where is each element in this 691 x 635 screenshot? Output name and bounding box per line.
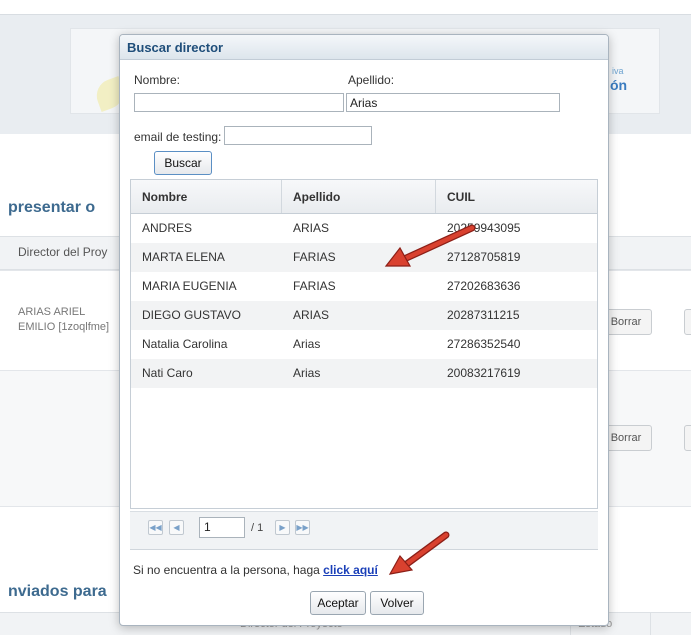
nombre-label: Nombre: (134, 73, 181, 87)
cell-nombre: DIEGO GUSTAVO (142, 308, 241, 322)
footer-divider (650, 612, 651, 635)
table-row[interactable]: ANDRES ARIAS 20259943095 (131, 214, 597, 243)
column-header-nombre[interactable]: Nombre (131, 180, 282, 213)
results-grid: Nombre Apellido CUIL ANDRES ARIAS 202599… (130, 179, 598, 509)
buscar-button[interactable]: Buscar (154, 151, 212, 175)
first-page-icon[interactable]: ◀◀ (148, 520, 163, 535)
column-header-cuil[interactable]: CUIL (436, 180, 597, 213)
table-row[interactable]: DIEGO GUSTAVO ARIAS 20287311215 (131, 301, 597, 330)
cell-nombre: Natalia Carolina (142, 337, 228, 351)
page-total: / 1 (251, 522, 264, 534)
logo-text-large: ón (610, 77, 628, 93)
dialog-title: Buscar director (120, 35, 608, 60)
email-input[interactable] (224, 126, 372, 145)
cell-cuil: 20083217619 (447, 366, 521, 380)
grid-header: Nombre Apellido CUIL (131, 180, 597, 214)
cell-cuil: 20259943095 (447, 221, 521, 235)
top-strip (0, 0, 691, 14)
table-row[interactable]: MARTA ELENA FARIAS 27128705819 (131, 243, 597, 272)
column-header-apellido[interactable]: Apellido (282, 180, 436, 213)
cell-apellido: ARIAS (293, 221, 330, 235)
page-number-input[interactable]: 1 (199, 517, 245, 538)
cell-apellido: Arias (293, 366, 321, 380)
cell-apellido: Arias (293, 337, 321, 351)
background-director-cell: ARIAS ARIEL EMILIO [1zoqlfme] (18, 306, 110, 333)
cell-nombre: MARTA ELENA (142, 250, 225, 264)
section-title-presentar: presentar o (8, 199, 96, 216)
table-row[interactable]: MARIA EUGENIA FARIAS 27202683636 (131, 272, 597, 301)
cell-apellido: FARIAS (293, 279, 336, 293)
prev-page-icon[interactable]: ◀ (169, 520, 184, 535)
not-found-hint: Si no encuentra a la persona, haga click… (133, 563, 378, 577)
table-row[interactable]: Natalia Carolina Arias 27286352540 (131, 330, 597, 359)
volver-button[interactable]: Volver (370, 591, 424, 615)
next-page-icon[interactable]: ▶ (275, 520, 290, 535)
table-row[interactable]: Nati Caro Arias 20083217619 (131, 359, 597, 388)
apellido-label: Apellido: (348, 73, 395, 87)
pagination-bar: ◀◀ ◀ 1 / 1 ▶ ▶▶ (130, 511, 598, 549)
apellido-input[interactable] (346, 93, 560, 112)
click-aqui-link[interactable]: click aquí (323, 563, 378, 577)
cell-apellido: FARIAS (293, 250, 336, 264)
cell-cuil: 20287311215 (447, 308, 520, 322)
cell-nombre: ANDRES (142, 221, 193, 235)
cell-nombre: Nati Caro (142, 366, 193, 380)
cell-cuil: 27202683636 (447, 279, 521, 293)
edit-button[interactable] (684, 309, 691, 335)
section-title-enviados: nviados para (8, 583, 107, 600)
cell-cuil: 27128705819 (447, 250, 521, 264)
buscar-director-dialog: Buscar director Nombre: Apellido: email … (119, 34, 609, 626)
nombre-input[interactable] (134, 93, 344, 112)
cell-nombre: MARIA EUGENIA (142, 279, 237, 293)
hint-text: Si no encuentra a la persona, haga (133, 563, 324, 577)
cell-cuil: 27286352540 (447, 337, 521, 351)
edit-button[interactable] (684, 425, 691, 451)
cell-apellido: ARIAS (293, 308, 330, 322)
logo-text-small: iva (612, 66, 624, 76)
last-page-icon[interactable]: ▶▶ (295, 520, 310, 535)
aceptar-button[interactable]: Aceptar (310, 591, 366, 615)
email-label: email de testing: (134, 130, 222, 144)
background-th-director: Director del Proy (18, 245, 108, 259)
divider (130, 549, 598, 550)
